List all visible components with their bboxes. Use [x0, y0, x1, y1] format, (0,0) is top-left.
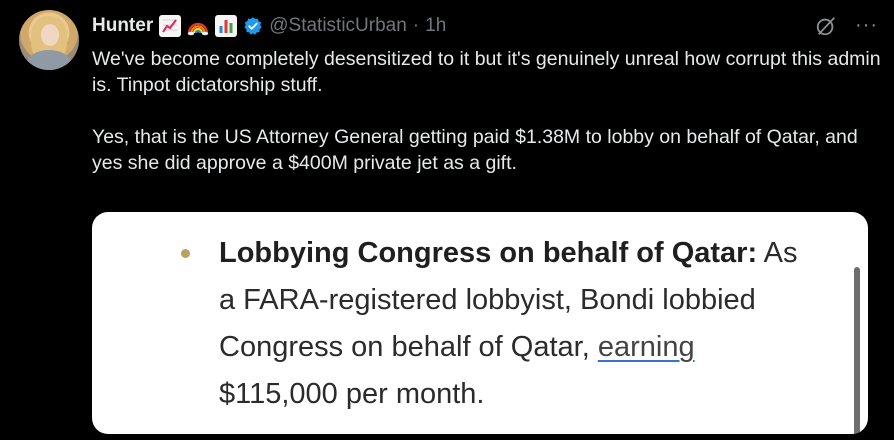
tweet-paragraph-2: Yes, that is the US Attorney General get…: [92, 126, 858, 174]
card-heading: Lobbying Congress on behalf of Qatar:: [219, 237, 758, 269]
bullet-point: [181, 249, 190, 258]
card-body-text: Lobbying Congress on behalf of Qatar: As…: [219, 230, 819, 418]
bar-chart-emoji: [215, 15, 238, 37]
tweet-text: We've become completely desensitized to …: [92, 46, 882, 176]
card-scrollbar[interactable]: [854, 267, 860, 434]
tweet-actions-top: ···: [815, 14, 878, 37]
grok-icon[interactable]: [815, 15, 837, 37]
tweet-paragraph-1: We've become completely desensitized to …: [92, 48, 881, 96]
chart-increasing-emoji: [159, 15, 182, 37]
author-name[interactable]: Hunter: [92, 15, 153, 37]
tweet-header: Hunter @StatisticUrban · 1h: [92, 13, 446, 39]
avatar-face: [41, 24, 59, 46]
verified-badge-icon: [244, 17, 262, 35]
avatar[interactable]: [19, 10, 79, 70]
more-icon[interactable]: ···: [855, 14, 878, 37]
card-link[interactable]: earning: [598, 331, 695, 363]
card-text-after-link: $115,000 per month.: [219, 378, 485, 410]
separator-dot: ·: [412, 15, 420, 36]
author-handle[interactable]: @StatisticUrban: [269, 15, 407, 37]
rainbow-emoji: [187, 15, 209, 37]
timestamp[interactable]: 1h: [425, 15, 446, 37]
attached-image-card[interactable]: Lobbying Congress on behalf of Qatar: As…: [92, 212, 868, 434]
avatar-shoulders: [27, 50, 71, 70]
